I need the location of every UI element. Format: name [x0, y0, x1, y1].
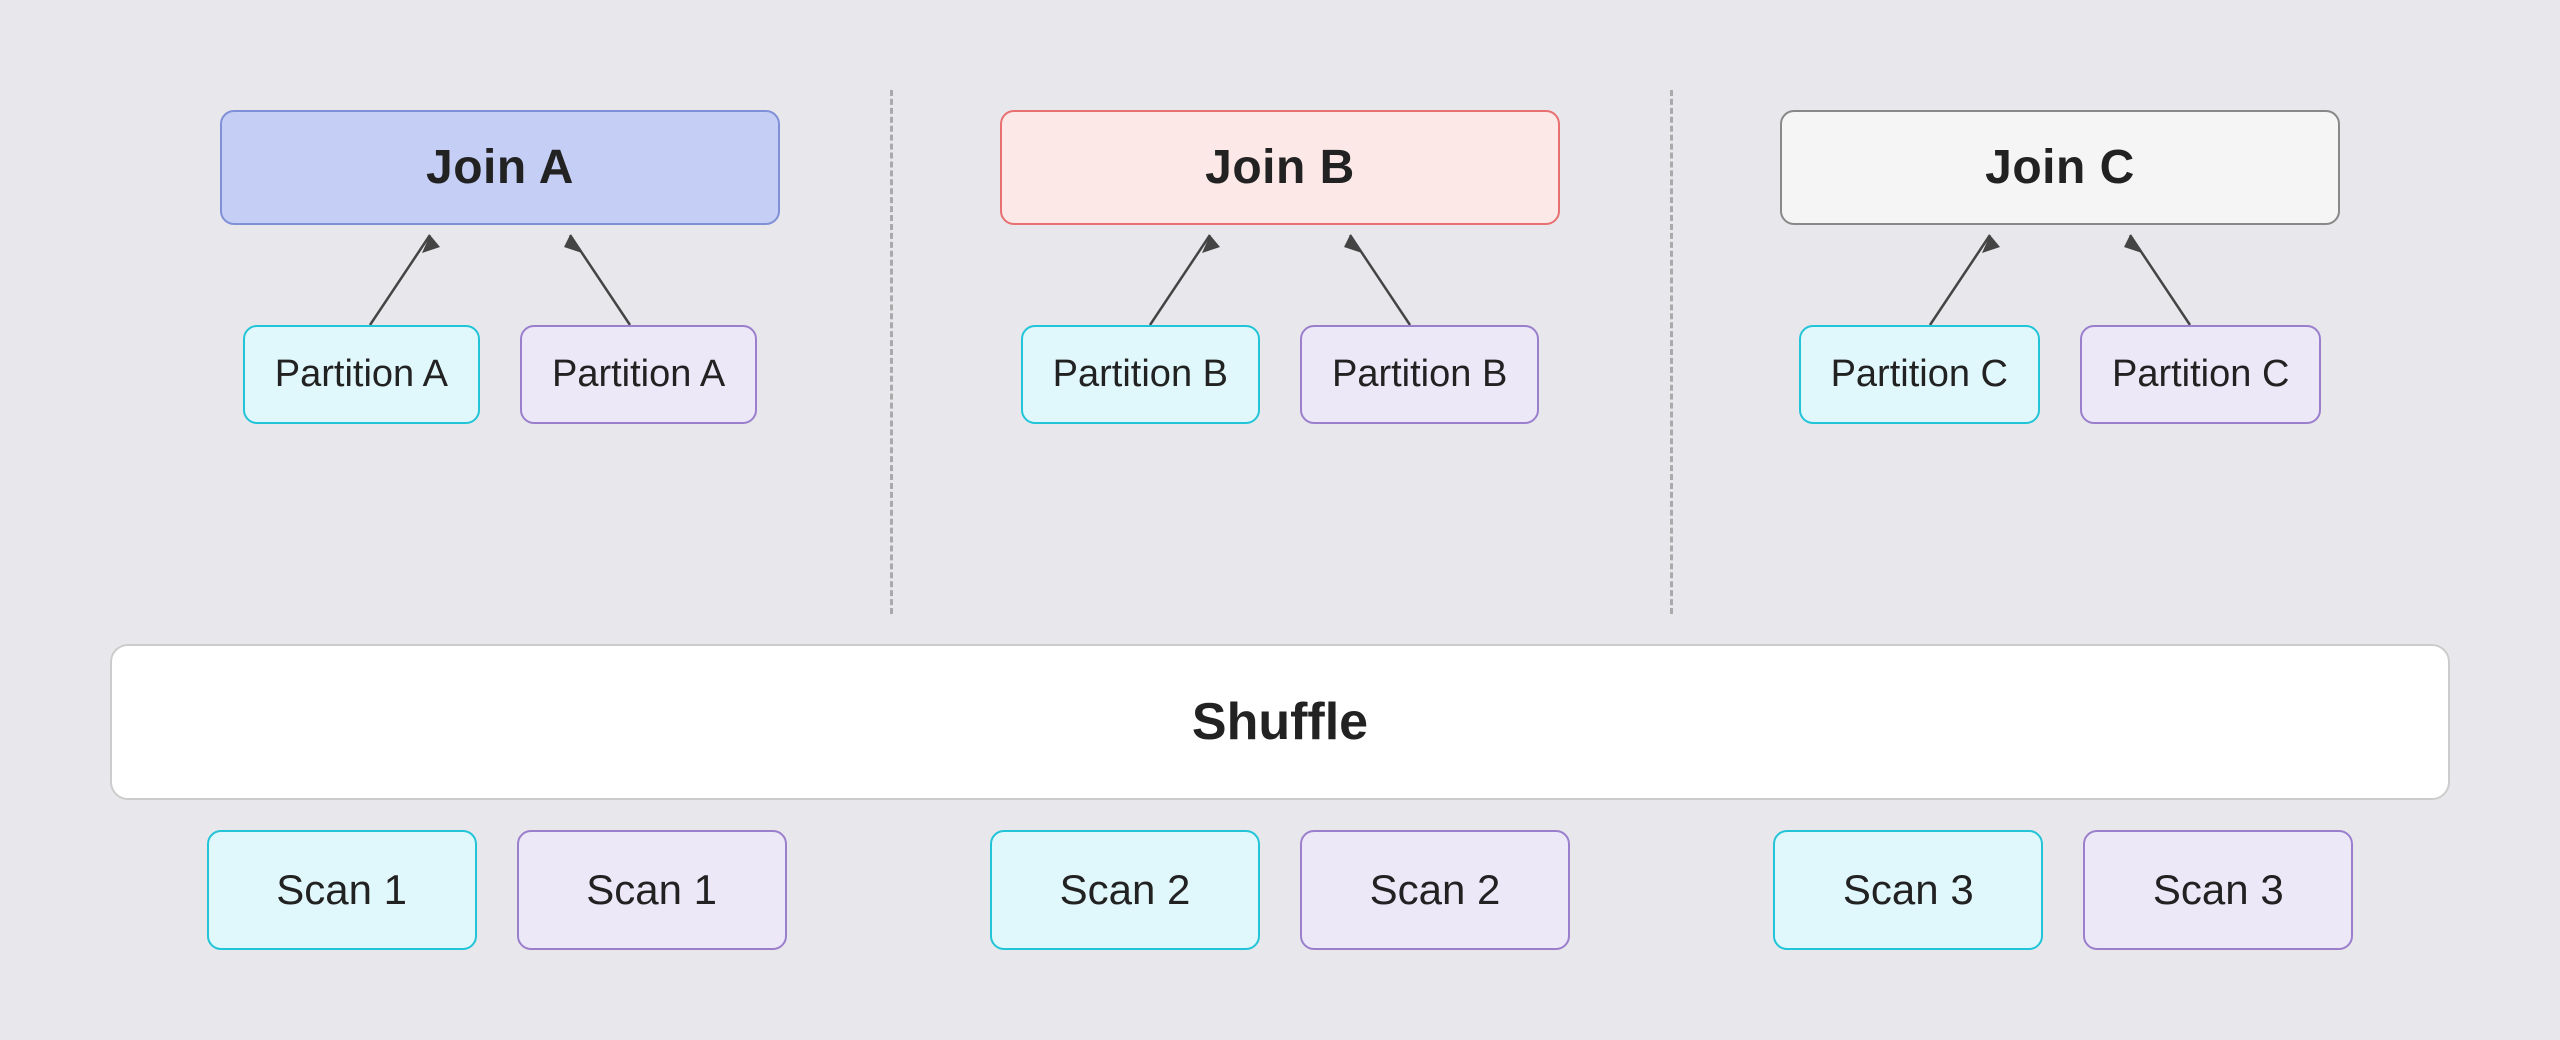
scan-1-purple: Scan 1: [517, 830, 787, 950]
top-section: Join A Partition A Partition A: [110, 90, 2450, 614]
arrow-svg-c: [1780, 225, 2340, 325]
join-group-a: Join A Partition A Partition A: [110, 90, 890, 424]
divider-right: [1670, 90, 1673, 614]
partition-a-purple: Partition A: [520, 325, 757, 424]
partition-row-a: Partition A Partition A: [170, 325, 830, 424]
arrow-svg-a: [220, 225, 780, 325]
join-group-b: Join B Partition B Partition B: [890, 90, 1670, 424]
scan-pair-2: Scan 2 Scan 2: [903, 830, 1656, 950]
partition-b-cyan: Partition B: [1021, 325, 1260, 424]
arrows-a: [220, 225, 780, 325]
shuffle-box: Shuffle: [110, 644, 2450, 800]
scan-1-cyan: Scan 1: [207, 830, 477, 950]
arrows-b: [1000, 225, 1560, 325]
arrows-c: [1780, 225, 2340, 325]
scan-pair-3: Scan 3 Scan 3: [1687, 830, 2440, 950]
diagram: Join A Partition A Partition A: [50, 50, 2510, 990]
scan-3-cyan: Scan 3: [1773, 830, 2043, 950]
partition-c-purple: Partition C: [2080, 325, 2321, 424]
partition-b-purple: Partition B: [1300, 325, 1539, 424]
shuffle-section: Shuffle: [110, 644, 2450, 800]
join-group-c: Join C Partition C Partition C: [1670, 90, 2450, 424]
join-a-label: Join A: [426, 141, 574, 194]
join-b-label: Join B: [1205, 141, 1355, 194]
join-box-a: Join A: [220, 110, 780, 225]
scan-2-purple: Scan 2: [1300, 830, 1570, 950]
partition-a-cyan: Partition A: [243, 325, 480, 424]
join-box-c: Join C: [1780, 110, 2340, 225]
scan-3-purple: Scan 3: [2083, 830, 2353, 950]
join-c-label: Join C: [1985, 141, 2135, 194]
shuffle-label: Shuffle: [1192, 693, 1368, 751]
divider-left: [890, 90, 893, 614]
scan-section: Scan 1 Scan 1 Scan 2 Scan 2 Scan 3 Scan …: [110, 830, 2450, 950]
partition-row-b: Partition B Partition B: [950, 325, 1610, 424]
partition-c-cyan: Partition C: [1799, 325, 2040, 424]
scan-2-cyan: Scan 2: [990, 830, 1260, 950]
join-box-b: Join B: [1000, 110, 1560, 225]
partition-row-c: Partition C Partition C: [1730, 325, 2390, 424]
arrow-svg-b: [1000, 225, 1560, 325]
scan-pair-1: Scan 1 Scan 1: [120, 830, 873, 950]
